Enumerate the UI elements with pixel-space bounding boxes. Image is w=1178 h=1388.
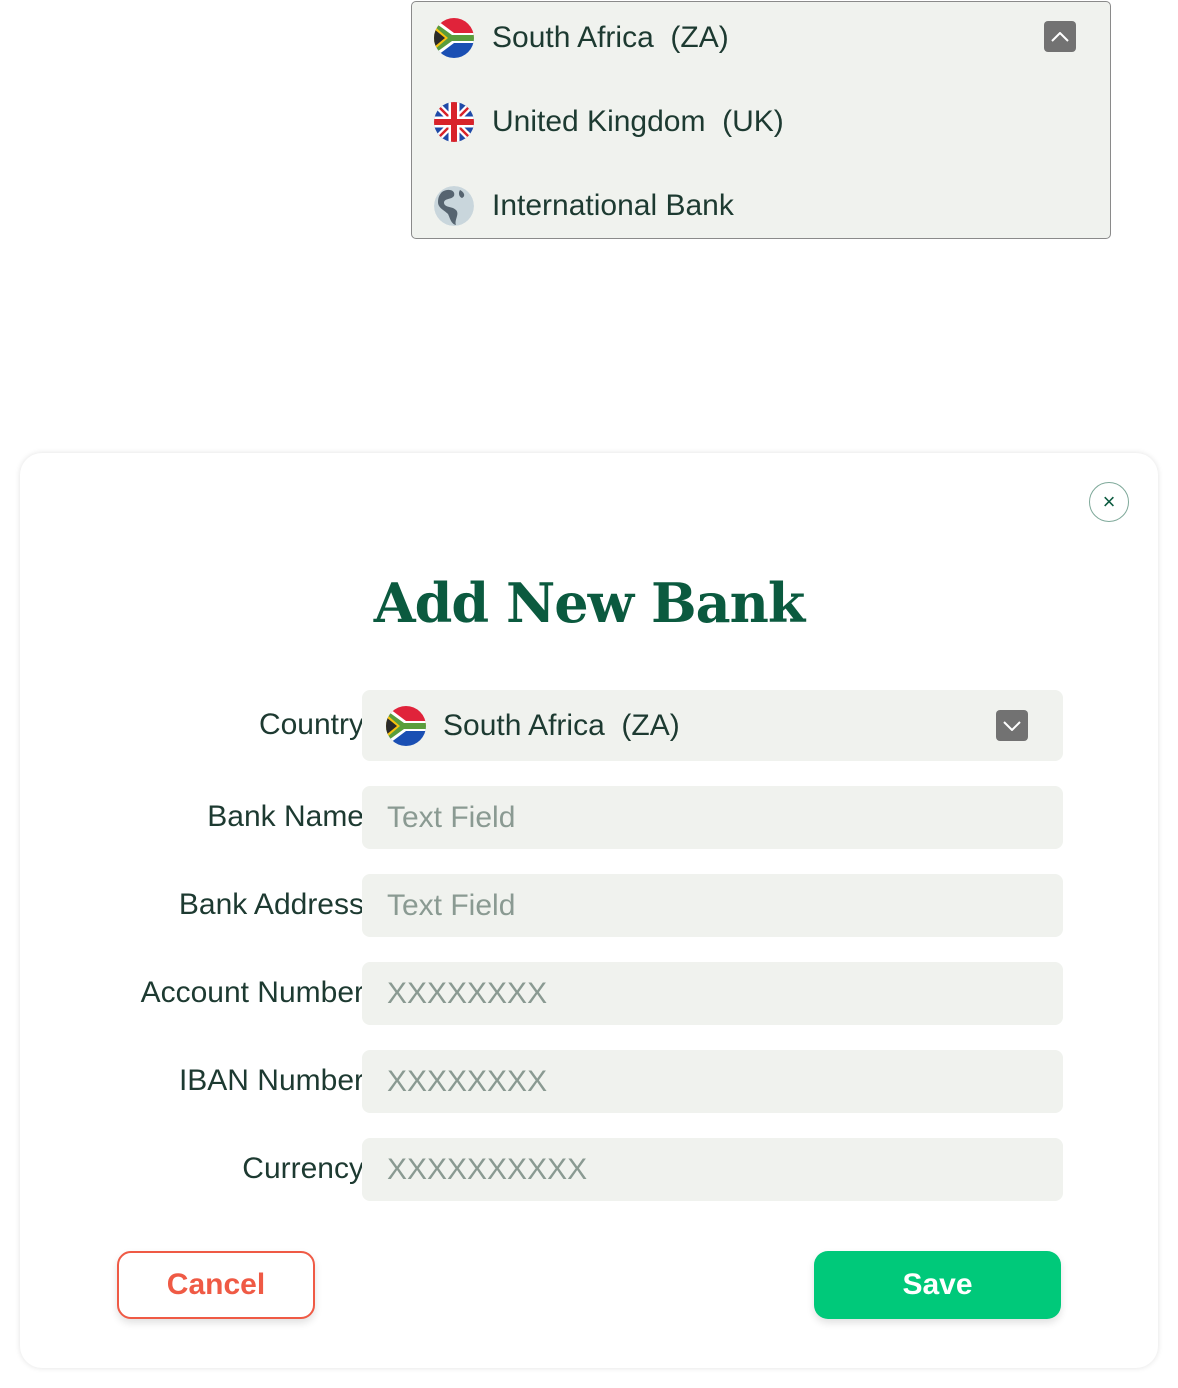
add-bank-modal: × Add New Bank Country South Africa (ZA)…: [20, 453, 1158, 1368]
bank-address-label: Bank Address: [178, 888, 364, 921]
dropdown-option-south-africa[interactable]: South Africa (ZA): [434, 16, 729, 60]
country-dropdown-list[interactable]: South Africa (ZA) United Kingdom (UK) In…: [411, 1, 1111, 239]
chevron-down-icon[interactable]: [996, 710, 1028, 741]
option-label: United Kingdom (UK): [492, 105, 784, 138]
save-button[interactable]: Save: [814, 1251, 1061, 1319]
uk-flag-icon: [434, 102, 474, 142]
country-value: South Africa (ZA): [443, 708, 680, 742]
close-icon[interactable]: ×: [1089, 482, 1129, 522]
bank-address-input[interactable]: [362, 874, 1063, 937]
currency-label: Currency: [242, 1152, 364, 1185]
currency-input[interactable]: [362, 1138, 1063, 1201]
south-africa-flag-icon: [434, 18, 474, 58]
page-title: Add New Bank: [373, 571, 806, 635]
close-glyph: ×: [1102, 489, 1116, 514]
globe-icon: [434, 186, 474, 226]
option-label: South Africa (ZA): [492, 21, 729, 54]
iban-number-input[interactable]: [362, 1050, 1063, 1113]
cancel-button[interactable]: Cancel: [117, 1251, 315, 1319]
dropdown-option-international-bank[interactable]: International Bank: [434, 184, 734, 228]
bank-name-input[interactable]: [362, 786, 1063, 849]
bank-name-label: Bank Name: [207, 800, 364, 833]
dropdown-option-united-kingdom[interactable]: United Kingdom (UK): [434, 100, 784, 144]
country-select[interactable]: South Africa (ZA): [362, 690, 1063, 761]
option-label: International Bank: [492, 189, 734, 222]
iban-number-label: IBAN Number: [178, 1064, 364, 1097]
account-number-input[interactable]: [362, 962, 1063, 1025]
country-label: Country: [258, 708, 364, 741]
chevron-up-icon[interactable]: [1044, 21, 1076, 52]
south-africa-flag-icon: [386, 706, 426, 746]
account-number-label: Account Number: [140, 976, 364, 1009]
